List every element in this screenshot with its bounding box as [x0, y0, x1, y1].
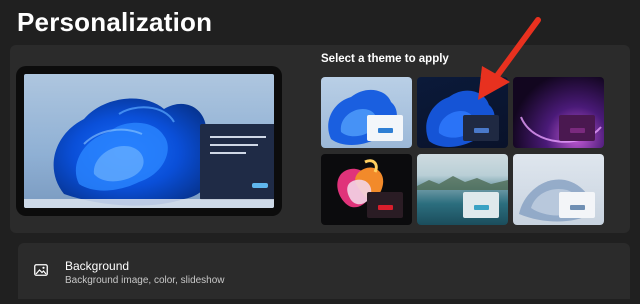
desktop-preview [16, 66, 282, 216]
theme-preview-window [559, 115, 595, 141]
preview-window-button [252, 183, 268, 188]
theme-captured-motion[interactable] [321, 154, 412, 225]
preview-taskbar [24, 199, 274, 208]
theme-preview-window [463, 192, 499, 218]
theme-preview-window [367, 192, 403, 218]
theme-accent-bar [474, 128, 489, 133]
theme-accent-bar [378, 128, 393, 133]
theme-section-heading: Select a theme to apply [321, 53, 449, 65]
background-setting-title: Background [65, 259, 130, 273]
preview-app-window [200, 124, 274, 200]
preview-wallpaper [24, 74, 274, 208]
annotation-arrow [478, 17, 541, 100]
preview-window-line [210, 144, 258, 146]
theme-preview-window [367, 115, 403, 141]
background-setting-row[interactable]: Background Background image, color, slid… [18, 243, 630, 299]
preview-window-line [210, 152, 246, 154]
theme-accent-bar [570, 128, 585, 133]
background-setting-subtitle: Background image, color, slideshow [65, 275, 225, 286]
theme-windows-light[interactable] [321, 77, 412, 148]
theme-accent-bar [378, 205, 393, 210]
theme-grid [321, 77, 604, 225]
theme-preview-window [463, 115, 499, 141]
theme-flow[interactable] [513, 154, 604, 225]
preview-window-line [210, 136, 266, 138]
theme-accent-bar [474, 205, 489, 210]
image-icon [34, 264, 48, 276]
theme-accent-bar [570, 205, 585, 210]
theme-preview-window [559, 192, 595, 218]
page-title: Personalization [17, 7, 213, 37]
theme-sunrise[interactable] [417, 154, 508, 225]
